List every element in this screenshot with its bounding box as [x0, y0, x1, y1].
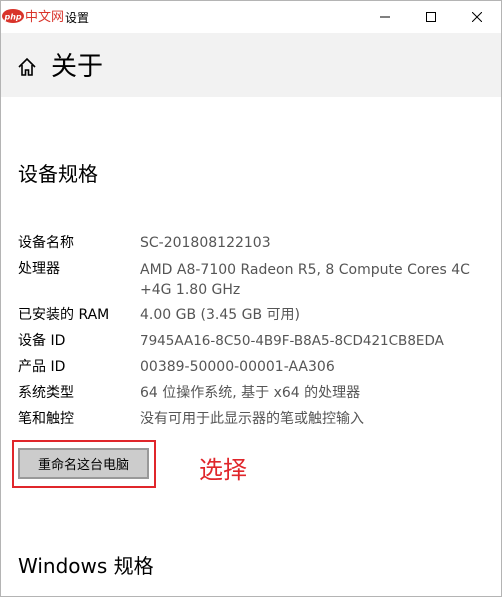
- spec-value[interactable]: 64 位操作系统, 基于 x64 的处理器: [140, 384, 480, 402]
- close-button[interactable]: [454, 1, 500, 33]
- php-watermark-logo: php 中文网: [1, 1, 65, 33]
- svg-text:中文网: 中文网: [25, 10, 64, 25]
- spec-value[interactable]: 7945AA16-8C50-4B9F-B8A5-8CD421CB8EDA: [140, 332, 480, 350]
- rename-pc-button[interactable]: 重命名这台电脑: [18, 448, 149, 479]
- page-header: 关于: [1, 33, 501, 97]
- spec-label: 已安装的 RAM: [18, 307, 110, 323]
- spec-value[interactable]: AMD A8-7100 Radeon R5, 8 Compute Cores 4…: [140, 260, 480, 300]
- spec-label: 系统类型: [18, 385, 74, 401]
- maximize-button[interactable]: [408, 1, 454, 33]
- spec-value[interactable]: 没有可用于此显示器的笔或触控输入: [140, 410, 480, 428]
- maximize-icon: [426, 12, 436, 22]
- close-icon: [472, 12, 482, 22]
- title-bar: php 中文网 设置: [1, 1, 501, 33]
- spec-value[interactable]: SC-201808122103: [140, 234, 480, 252]
- page-title: 关于: [51, 52, 104, 82]
- spec-label: 处理器: [18, 261, 60, 277]
- device-specs-title: 设备规格: [18, 162, 98, 186]
- annotation-label: 选择: [199, 456, 247, 484]
- spec-value[interactable]: 00389-50000-00001-AA306: [140, 358, 480, 376]
- minimize-button[interactable]: [362, 1, 408, 33]
- spec-label: 产品 ID: [18, 359, 66, 375]
- window-title: 设置: [65, 11, 90, 25]
- spec-label: 设备 ID: [18, 333, 66, 349]
- spec-label: 笔和触控: [18, 411, 74, 427]
- home-icon[interactable]: [17, 57, 37, 77]
- spec-value[interactable]: 4.00 GB (3.45 GB 可用): [140, 306, 480, 324]
- spec-label: 设备名称: [18, 235, 74, 251]
- settings-window: php 中文网 设置 关于 设备规格 设备名称 SC-201808122103: [0, 0, 502, 597]
- windows-specs-title: Windows 规格: [18, 554, 154, 578]
- minimize-icon: [380, 16, 390, 18]
- svg-text:php: php: [4, 13, 22, 22]
